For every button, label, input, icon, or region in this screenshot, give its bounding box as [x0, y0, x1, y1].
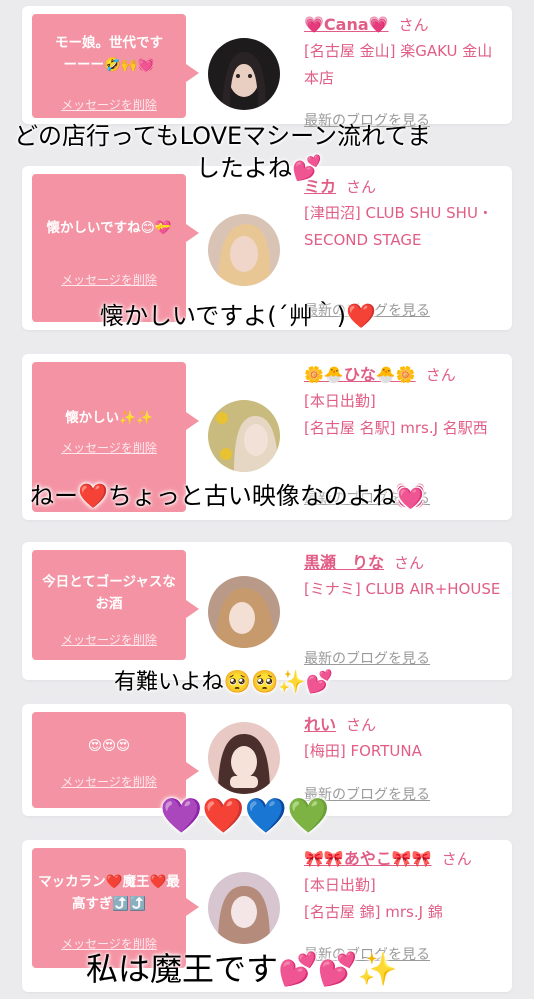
cast-name[interactable]: 🎀🎀あやこ🎀🎀 さん: [304, 848, 504, 870]
shop-name: [本日出勤] [名古屋 錦] mrs.J 錦: [304, 876, 443, 921]
message-card: モー娘。世代です ーーー🤣🙌💓 メッセージを削除 💗Cana💗 さん [名古屋 金…: [22, 6, 512, 129]
avatar[interactable]: [208, 38, 280, 110]
overlay-caption: ねー❤️ちょっと古い映像なのよね💓: [30, 482, 426, 510]
overlay-caption: 💜❤️💙💚: [160, 796, 330, 836]
delete-message-link[interactable]: メッセージを削除: [32, 96, 186, 113]
shop-name: [梅田] FORTUNA: [304, 742, 422, 760]
avatar-photo: [208, 38, 280, 110]
message-text: 😍😍😍: [87, 738, 131, 754]
avatar-photo: [208, 722, 280, 794]
delete-message-link[interactable]: メッセージを削除: [32, 773, 186, 790]
delete-message-link[interactable]: メッセージを削除: [32, 271, 186, 288]
message-bubble: 😍😍😍 メッセージを削除: [32, 712, 199, 808]
overlay-caption: 有難いよね🥺🥺✨💕: [114, 670, 334, 695]
delete-message-link[interactable]: メッセージを削除: [32, 631, 186, 648]
shop-name: [ミナミ] CLUB AIR+HOUSE: [304, 580, 501, 598]
avatar[interactable]: [208, 722, 280, 794]
overlay-caption: 懐かしいですよ(´艸｀)❤️: [100, 302, 376, 330]
message-card: 今日とてゴージャスなお酒 メッセージを削除 黒瀬 りな さん [ミナミ] CLUB…: [22, 542, 512, 680]
cast-name[interactable]: 💗Cana💗 さん: [304, 14, 504, 36]
avatar-photo: [208, 400, 280, 472]
overlay-caption: どの店行ってもLOVEマシーン流れてま: [14, 122, 432, 150]
message-text: モー娘。世代です ーーー🤣🙌💓: [55, 35, 163, 73]
message-bubble: 今日とてゴージャスなお酒 メッセージを削除: [32, 550, 199, 660]
cast-info: 🎀🎀あやこ🎀🎀 さん [本日出勤] [名古屋 錦] mrs.J 錦: [304, 848, 504, 926]
overlay-caption: 私は魔王です💕💕✨: [86, 950, 398, 988]
overlay-caption: したよね💕: [196, 154, 322, 182]
cast-name[interactable]: れい さん: [304, 714, 504, 736]
message-bubble: モー娘。世代です ーーー🤣🙌💓 メッセージを削除: [32, 14, 199, 118]
cast-info: れい さん [梅田] FORTUNA: [304, 714, 504, 765]
avatar[interactable]: [208, 400, 280, 472]
shop-name: [本日出勤] [名古屋 名駅] mrs.J 名駅西: [304, 392, 488, 437]
message-text: マッカラン❤️魔王❤️最高すぎ⤴️⤴️: [38, 874, 180, 912]
avatar[interactable]: [208, 214, 280, 286]
avatar[interactable]: [208, 872, 280, 944]
delete-message-link[interactable]: メッセージを削除: [32, 439, 186, 456]
shop-name: [名古屋 金山] 楽GAKU 金山本店: [304, 42, 493, 87]
message-text: 懐かしい✨✨: [65, 410, 153, 426]
shop-name: [津田沼] CLUB SHU SHU・SECOND STAGE: [304, 204, 493, 249]
message-text: 今日とてゴージャスなお酒: [42, 574, 176, 612]
avatar-photo: [208, 214, 280, 286]
cast-info: 🌼🐣ひな🐣🌼 さん [本日出勤] [名古屋 名駅] mrs.J 名駅西: [304, 364, 504, 442]
avatar-photo: [208, 872, 280, 944]
cast-name[interactable]: 黒瀬 りな さん: [304, 552, 504, 574]
cast-name[interactable]: ミカ さん: [304, 176, 504, 198]
avatar[interactable]: [208, 576, 280, 648]
cast-info: 💗Cana💗 さん [名古屋 金山] 楽GAKU 金山本店: [304, 14, 504, 92]
cast-info: 黒瀬 りな さん [ミナミ] CLUB AIR+HOUSE: [304, 552, 504, 603]
cast-info: ミカ さん [津田沼] CLUB SHU SHU・SECOND STAGE: [304, 176, 504, 254]
message-text: 懐かしいですね😊💝: [46, 220, 172, 236]
cast-name[interactable]: 🌼🐣ひな🐣🌼 さん: [304, 364, 504, 386]
avatar-photo: [208, 576, 280, 648]
